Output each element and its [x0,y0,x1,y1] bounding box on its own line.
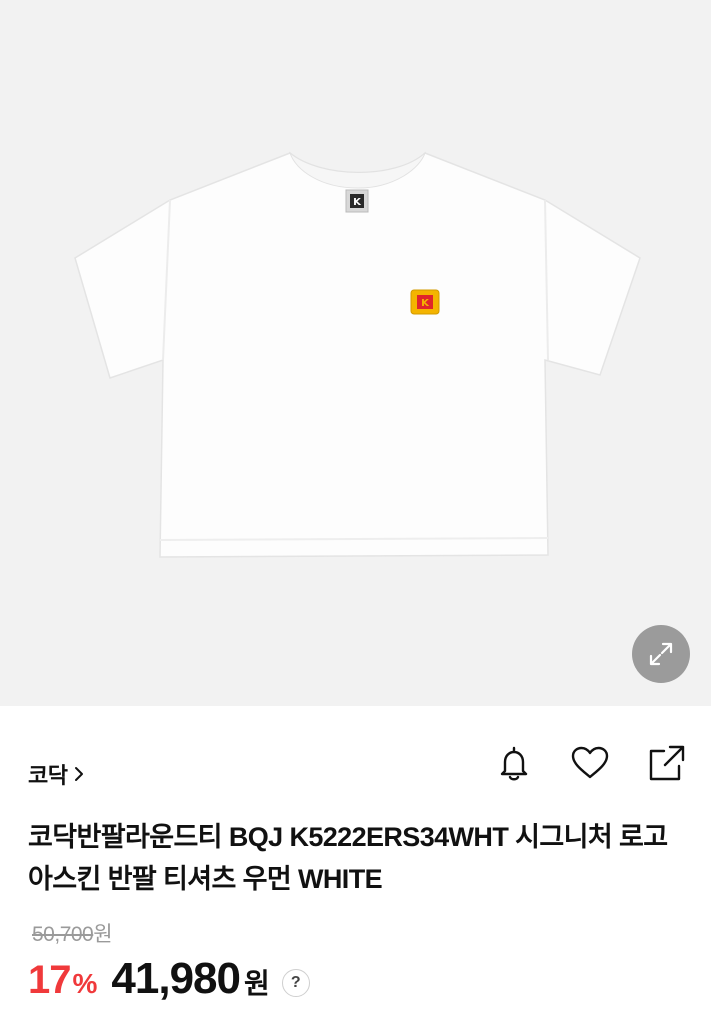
expand-arrows-icon [649,642,673,666]
kodak-k-logo-icon: K [345,189,369,213]
brand-name[interactable]: 코닥 [28,758,68,790]
product-tshirt-image: K K [74,151,641,558]
product-title: 코닥반팔라운드티 BQJ K5222ERS34WHT 시그니처 로고 아스킨 반… [28,822,668,894]
chevron-right-icon [73,765,85,783]
notify-button[interactable] [493,742,535,784]
sale-price: 41,980 [111,954,241,1003]
discount-rate: 17 [28,958,71,1002]
svg-text:K: K [353,197,362,208]
original-price: 50,700원 [32,918,113,948]
svg-text:K: K [421,298,430,309]
discount-percent-symbol: % [72,968,98,999]
original-price-currency: 원 [93,923,113,946]
brand-link[interactable]: 코닥 [28,758,85,790]
product-image-area[interactable]: K K [0,0,711,706]
kodak-patch-icon: K [410,289,440,315]
sale-price-row: 17 % 41,980 원 ? [28,954,310,1004]
zoom-button[interactable] [632,625,690,683]
share-button[interactable] [645,742,687,784]
original-price-value: 50,700 [32,923,94,946]
product-info-panel: 코닥 코닥반팔라운드티 BQJ K5222ERS34WHT 시그니처 로고 아스… [0,706,711,1024]
heart-icon [571,746,609,779]
product-actions [493,742,687,784]
sale-price-currency: 원 [243,968,270,999]
share-icon [649,745,685,781]
wishlist-button[interactable] [569,742,611,784]
price-help-icon[interactable]: ? [281,969,310,997]
bell-icon [500,746,528,781]
